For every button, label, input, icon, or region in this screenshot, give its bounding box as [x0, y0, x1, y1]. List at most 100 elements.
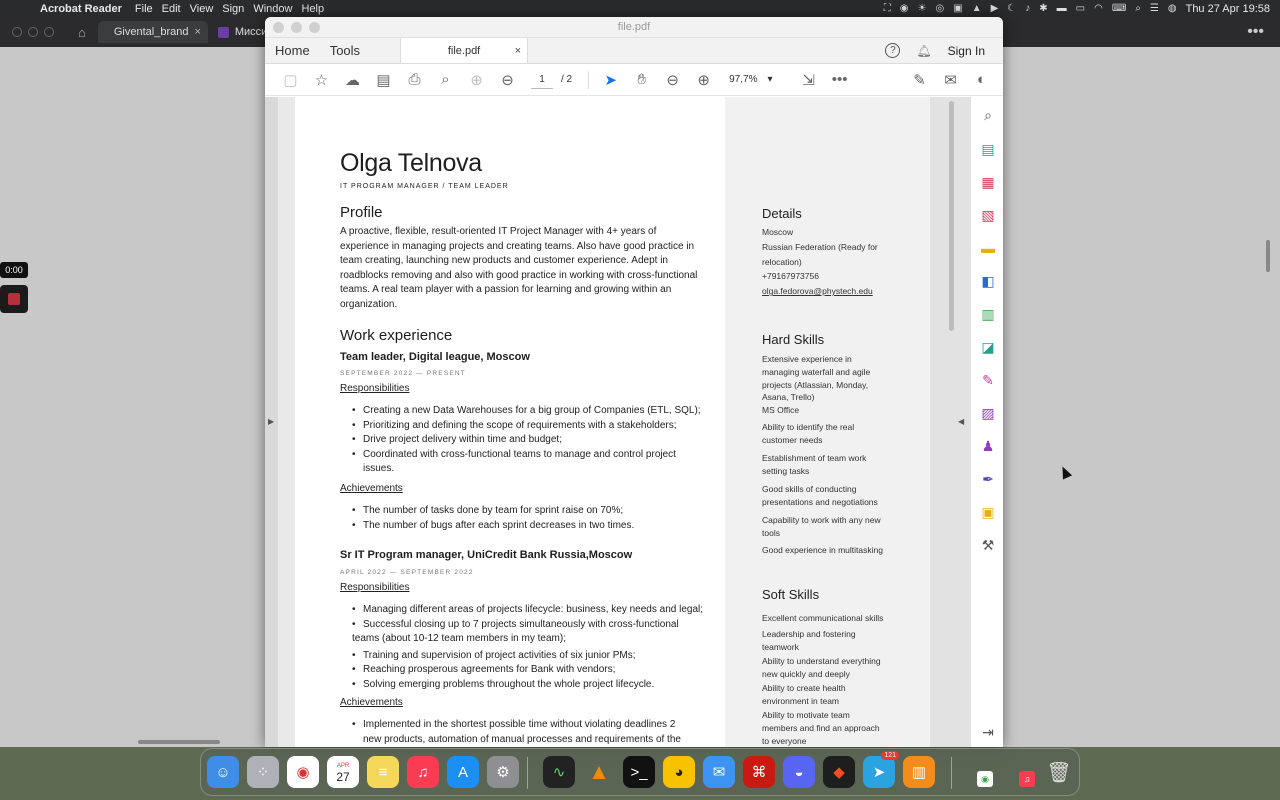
- horizontal-scrollbar[interactable]: [138, 740, 220, 744]
- bookmark-star-icon[interactable]: ☆: [306, 68, 337, 92]
- comment-icon[interactable]: ▬: [978, 238, 998, 258]
- control-center-icon[interactable]: ☰: [1150, 3, 1159, 14]
- vertical-scrollbar[interactable]: [1266, 240, 1270, 272]
- protect-icon[interactable]: ✒: [978, 469, 998, 489]
- cone-icon[interactable]: ▲: [972, 3, 982, 14]
- telegram-icon[interactable]: ➤ 121: [863, 751, 899, 788]
- battery-icon[interactable]: ▭: [1076, 3, 1085, 14]
- page-number-input[interactable]: 1: [531, 71, 553, 89]
- menu-view[interactable]: View: [190, 3, 223, 15]
- menu-help[interactable]: Help: [301, 3, 333, 15]
- sign-pen-icon[interactable]: ✎: [904, 68, 935, 92]
- chrome-icon[interactable]: ◉: [287, 756, 319, 788]
- duck-app-icon[interactable]: ◕: [663, 756, 695, 788]
- activity-monitor-icon[interactable]: ∿: [543, 756, 575, 788]
- system-settings-icon[interactable]: ⚙: [487, 756, 519, 788]
- close-icon[interactable]: [12, 27, 22, 37]
- acrobat-icon[interactable]: ⌘: [743, 756, 775, 788]
- search-icon[interactable]: ⌕: [1135, 3, 1141, 14]
- share-file-icon[interactable]: ▤: [368, 68, 399, 92]
- brightness-icon[interactable]: ☀: [918, 3, 927, 14]
- fit-page-icon[interactable]: ⇲: [793, 68, 824, 92]
- notes-icon[interactable]: ≡: [367, 756, 399, 788]
- figma-icon[interactable]: ◆: [823, 756, 855, 788]
- document-scrollbar-thumb[interactable]: [949, 101, 954, 331]
- menu-window[interactable]: Window: [253, 3, 301, 15]
- zoom-dropdown[interactable]: 97,7% ▾: [729, 74, 785, 85]
- help-icon[interactable]: ?: [885, 43, 901, 58]
- calendar-icon[interactable]: APR 27: [327, 756, 359, 788]
- left-panel-toggle[interactable]: ▶: [265, 97, 278, 747]
- page-up-icon[interactable]: ⊕: [461, 68, 492, 92]
- save-icon[interactable]: ▢: [275, 68, 306, 92]
- books-icon[interactable]: ▥: [903, 756, 935, 788]
- discord-icon[interactable]: ◒: [783, 756, 815, 788]
- finder-icon[interactable]: ☺: [207, 756, 239, 788]
- request-signature-icon[interactable]: ♟: [978, 436, 998, 456]
- menu-datetime[interactable]: Thu 27 Apr 19:58: [1186, 3, 1270, 15]
- home-tab[interactable]: Home: [265, 38, 320, 63]
- maximize-icon[interactable]: [44, 27, 54, 37]
- camera-icon[interactable]: ◎: [936, 3, 945, 14]
- menu-edit[interactable]: Edit: [162, 3, 190, 15]
- app-store-icon[interactable]: A: [447, 756, 479, 788]
- send-review-icon[interactable]: ▣: [978, 502, 998, 522]
- play-icon[interactable]: ▶: [991, 3, 999, 14]
- document-viewport[interactable]: ▶ Olga Telnova IT PROGRAM MANAGER / TEAM…: [265, 97, 970, 747]
- tools-tab[interactable]: Tools: [320, 38, 370, 63]
- organize-pages-icon[interactable]: ▦: [978, 172, 998, 192]
- bluetooth-icon[interactable]: ✱: [1039, 3, 1047, 14]
- zoom-in-icon[interactable]: ⊕: [688, 68, 719, 92]
- flag-icon[interactable]: ▬: [1057, 3, 1067, 14]
- email-icon[interactable]: ✉: [935, 68, 966, 92]
- launchpad-icon[interactable]: ⁘: [247, 756, 279, 788]
- terminal-icon[interactable]: >_: [623, 756, 655, 788]
- moon-icon[interactable]: ☾: [1007, 3, 1016, 14]
- create-pdf-icon[interactable]: ▤: [978, 139, 998, 159]
- browser-tab-givental[interactable]: Givental_brand ×: [97, 21, 208, 43]
- trash-icon[interactable]: 🗑︎: [1043, 756, 1075, 788]
- menu-app-name[interactable]: Acrobat Reader: [40, 3, 135, 15]
- select-cursor-icon[interactable]: ➤: [595, 68, 626, 92]
- collapse-panel-icon[interactable]: ⇥: [978, 722, 998, 742]
- export-pdf-icon[interactable]: ▧: [978, 205, 998, 225]
- fill-sign-icon[interactable]: ✎: [978, 370, 998, 390]
- close-icon[interactable]: ×: [194, 26, 200, 38]
- vpn-icon[interactable]: ⛶: [884, 3, 891, 14]
- collapse-right-icon[interactable]: ◀: [958, 417, 964, 426]
- notification-bell-icon[interactable]: 🔔︎: [916, 44, 931, 58]
- menu-file[interactable]: File: [135, 3, 162, 15]
- more-tools-wrench-icon[interactable]: ⚒: [978, 535, 998, 555]
- wifi-icon[interactable]: ◠: [1094, 3, 1103, 14]
- scan-ocr-icon[interactable]: ◪: [978, 337, 998, 357]
- vlc-icon[interactable]: ▲: [583, 756, 615, 788]
- minimize-icon[interactable]: [28, 27, 38, 37]
- share-user-icon[interactable]: ◐: [966, 68, 997, 92]
- recent-chrome-icon[interactable]: ◉: [977, 771, 993, 787]
- keyboard-icon[interactable]: ⌨: [1112, 3, 1126, 14]
- mail-icon[interactable]: ✉: [703, 756, 735, 788]
- more-icon[interactable]: •••: [1247, 23, 1280, 41]
- page-down-icon[interactable]: ⊖: [492, 68, 523, 92]
- combine-files-icon[interactable]: ◧: [978, 271, 998, 291]
- menu-sign[interactable]: Sign: [222, 3, 253, 15]
- recent-music-icon[interactable]: ♫: [1019, 771, 1035, 787]
- hand-tool-icon[interactable]: ✋︎: [626, 68, 657, 92]
- cloud-upload-icon[interactable]: ☁: [337, 68, 368, 92]
- print-icon[interactable]: ⎙: [399, 68, 430, 92]
- more-tools-icon[interactable]: •••: [824, 68, 855, 92]
- compress-pdf-icon[interactable]: ▥: [978, 304, 998, 324]
- document-tab[interactable]: file.pdf ×: [400, 38, 529, 63]
- details-email-link[interactable]: olga.fedorova@phystech.edu: [762, 285, 892, 298]
- record-stop-button[interactable]: [0, 285, 28, 313]
- lock-icon[interactable]: ▣: [953, 3, 962, 14]
- sign-in-button[interactable]: Sign In: [948, 44, 985, 58]
- close-tab-icon[interactable]: ×: [515, 45, 521, 57]
- zoom-out-icon[interactable]: ⊖: [657, 68, 688, 92]
- siri-icon[interactable]: ◍: [1168, 3, 1177, 14]
- home-icon[interactable]: ⌂: [66, 25, 98, 40]
- edit-pdf-icon[interactable]: ▨: [978, 403, 998, 423]
- music-icon[interactable]: ♫: [407, 756, 439, 788]
- accessibility-icon[interactable]: ◉: [900, 3, 909, 14]
- volume-icon[interactable]: ♪: [1025, 3, 1030, 14]
